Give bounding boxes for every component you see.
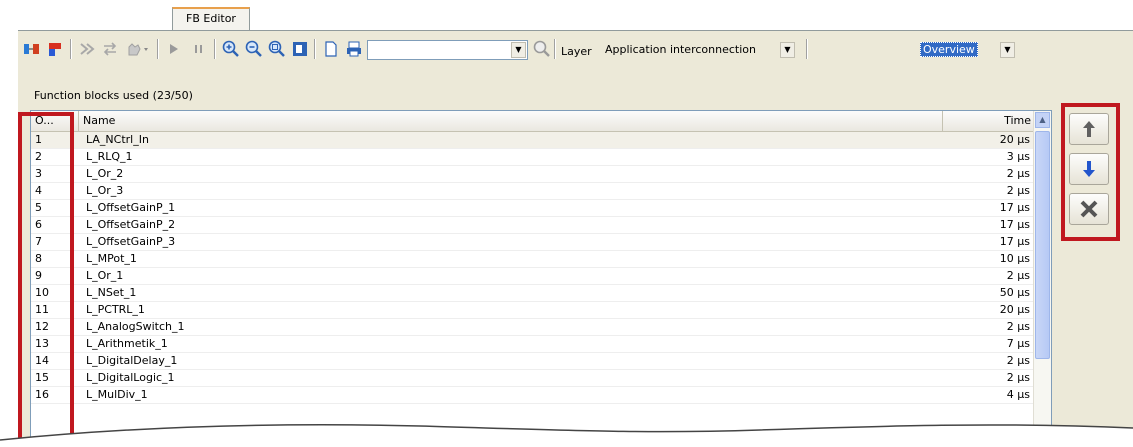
table-row[interactable]: 16 L_MulDiv_1 4 µs — [31, 387, 1034, 404]
table-row[interactable]: 4 L_Or_3 2 µs — [31, 183, 1034, 200]
name-cell: L_OffsetGainP_1 — [86, 201, 176, 214]
table-row[interactable]: 9 L_Or_1 2 µs — [31, 268, 1034, 285]
torn-edge — [0, 424, 1133, 447]
time-cell: 20 µs — [999, 303, 1030, 316]
pause-icon[interactable] — [189, 39, 209, 59]
name-cell: L_Or_2 — [86, 167, 124, 180]
name-cell: L_Or_3 — [86, 184, 124, 197]
name-cell: L_Or_1 — [86, 269, 124, 282]
table-rows: 1 LA_NCtrl_In 20 µs 2 L_RLQ_1 3 µs 3 L_Or_2 2 µs… — [31, 132, 1034, 404]
table-row[interactable]: 13 L_Arithmetik_1 7 µs — [31, 336, 1034, 353]
name-cell: L_OffsetGainP_3 — [86, 235, 176, 248]
toolbar-separator — [157, 39, 159, 59]
function-blocks-table: O... Name Time 1 LA_NCtrl_In 20 µs 2 L_RLQ_1… — [30, 110, 1052, 447]
function-blocks-caption: Function blocks used (23/50) — [34, 89, 193, 102]
time-cell: 4 µs — [1006, 388, 1030, 401]
table-row[interactable]: 1 LA_NCtrl_In 20 µs — [31, 132, 1034, 149]
table-row[interactable]: 2 L_RLQ_1 3 µs — [31, 149, 1034, 166]
toolbar: ▼ Layer Application interconnection ▼ Ov… — [22, 35, 1123, 63]
name-cell: L_DigitalDelay_1 — [86, 354, 178, 367]
table-row[interactable]: 12 L_AnalogSwitch_1 2 µs — [31, 319, 1034, 336]
toolbar-separator — [214, 39, 216, 59]
time-cell: 2 µs — [1006, 184, 1030, 197]
insert-block-icon[interactable] — [46, 39, 66, 59]
toolbar-separator — [554, 39, 556, 59]
zoom-fit-icon[interactable] — [267, 39, 287, 59]
name-cell: L_PCTRL_1 — [86, 303, 145, 316]
scroll-up-icon[interactable]: ▲ — [1035, 112, 1050, 128]
table-row[interactable]: 6 L_OffsetGainP_2 17 µs — [31, 217, 1034, 234]
table-row[interactable]: 11 L_PCTRL_1 20 µs — [31, 302, 1034, 319]
time-cell: 10 µs — [999, 252, 1030, 265]
column-header-time[interactable]: Time — [943, 111, 1036, 131]
name-cell: L_MulDiv_1 — [86, 388, 148, 401]
time-cell: 2 µs — [1006, 167, 1030, 180]
time-cell: 2 µs — [1006, 269, 1030, 282]
table-row[interactable]: 10 L_NSet_1 50 µs — [31, 285, 1034, 302]
connect-blocks-icon[interactable] — [22, 39, 42, 59]
name-cell: L_Arithmetik_1 — [86, 337, 168, 350]
toolbar-separator — [70, 39, 72, 59]
view-select[interactable]: Overview ▼ — [917, 40, 1017, 60]
table-row[interactable]: 3 L_Or_2 2 µs — [31, 166, 1034, 183]
swap-icon[interactable] — [100, 39, 120, 59]
table-row[interactable]: 8 L_MPot_1 10 µs — [31, 251, 1034, 268]
name-cell: L_MPot_1 — [86, 252, 137, 265]
vertical-scrollbar[interactable]: ▲ — [1033, 111, 1051, 446]
time-cell: 2 µs — [1006, 354, 1030, 367]
time-cell: 17 µs — [999, 218, 1030, 231]
scroll-thumb[interactable] — [1035, 131, 1050, 359]
time-cell: 17 µs — [999, 201, 1030, 214]
table-row[interactable]: 7 L_OffsetGainP_3 17 µs — [31, 234, 1034, 251]
play-icon[interactable] — [164, 39, 184, 59]
layer-select[interactable]: Application interconnection ▼ — [600, 40, 797, 60]
chevron-down-icon[interactable]: ▼ — [1000, 42, 1015, 58]
fb-editor-panel: FB Editor ▼ Layer Application interconne… — [0, 0, 1133, 447]
layer-select-value: Application interconnection — [605, 43, 756, 56]
zoom-in-icon[interactable] — [221, 39, 241, 59]
name-cell: L_RLQ_1 — [86, 150, 133, 163]
page-view-icon[interactable] — [290, 39, 310, 59]
time-cell: 2 µs — [1006, 371, 1030, 384]
name-cell: L_OffsetGainP_2 — [86, 218, 176, 231]
toolbar-separator — [806, 39, 808, 59]
column-header-name[interactable]: Name — [79, 111, 943, 131]
view-select-value: Overview — [920, 42, 978, 57]
search-combo[interactable]: ▼ — [367, 40, 528, 60]
time-cell: 7 µs — [1006, 337, 1030, 350]
find-icon[interactable] — [532, 39, 552, 59]
tab-fb-editor[interactable]: FB Editor — [172, 7, 250, 30]
time-cell: 3 µs — [1006, 150, 1030, 163]
time-cell: 20 µs — [999, 133, 1030, 146]
align-icon[interactable] — [77, 39, 97, 59]
table-row[interactable]: 5 L_OffsetGainP_1 17 µs — [31, 200, 1034, 217]
table-header: O... Name Time — [31, 111, 1036, 132]
time-cell: 17 µs — [999, 235, 1030, 248]
zoom-out-icon[interactable] — [244, 39, 264, 59]
print-icon[interactable] — [344, 39, 364, 59]
time-cell: 50 µs — [999, 286, 1030, 299]
table-row[interactable]: 14 L_DigitalDelay_1 2 µs — [31, 353, 1034, 370]
highlight-order-column — [18, 112, 74, 447]
table-row[interactable]: 15 L_DigitalLogic_1 2 µs — [31, 370, 1034, 387]
hand-tool-dropdown-icon[interactable] — [124, 39, 152, 59]
chevron-down-icon[interactable]: ▼ — [780, 42, 795, 58]
time-cell: 2 µs — [1006, 320, 1030, 333]
highlight-side-buttons — [1061, 103, 1120, 241]
new-page-icon[interactable] — [321, 39, 341, 59]
toolbar-separator — [314, 39, 316, 59]
name-cell: LA_NCtrl_In — [86, 133, 149, 146]
name-cell: L_DigitalLogic_1 — [86, 371, 175, 384]
name-cell: L_AnalogSwitch_1 — [86, 320, 185, 333]
layer-label: Layer — [561, 45, 592, 58]
name-cell: L_NSet_1 — [86, 286, 137, 299]
chevron-down-icon[interactable]: ▼ — [511, 42, 526, 58]
